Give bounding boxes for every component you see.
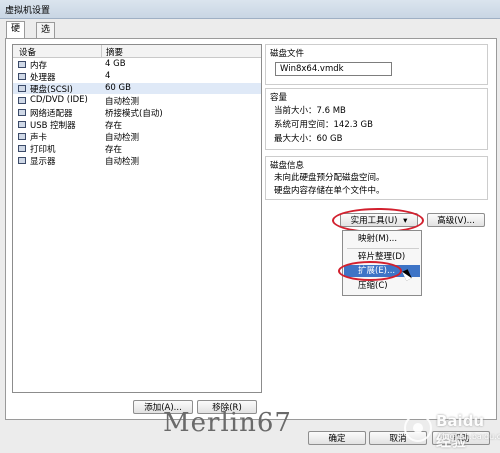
disk-info-group: 磁盘信息 未向此硬盘预分配磁盘空间。 硬盘内容存储在单个文件中。 xyxy=(265,156,488,200)
column-header-device[interactable]: 设备 xyxy=(19,46,36,58)
tab-hardware[interactable]: 硬件 xyxy=(6,21,26,49)
menu-item-compact[interactable]: 压缩(C) xyxy=(344,280,420,292)
device-summary: 4 xyxy=(105,71,111,81)
device-summary: 60 GB xyxy=(105,83,131,93)
cdrom-icon xyxy=(18,97,26,104)
device-summary: 4 GB xyxy=(105,59,126,69)
printer-icon xyxy=(18,145,26,152)
network-icon xyxy=(18,109,26,116)
disk-file-heading: 磁盘文件 xyxy=(270,49,305,59)
disk-info-line1: 未向此硬盘预分配磁盘空间。 xyxy=(274,173,385,183)
disk-file-field[interactable]: Win8x64.vmdk xyxy=(275,62,392,76)
device-name: 硬盘(SCSI) xyxy=(30,85,73,95)
baidu-url-text: jingyan.baidu.com xyxy=(440,432,500,441)
device-row-sound[interactable]: 声卡 自动检测 xyxy=(13,131,261,143)
column-divider[interactable] xyxy=(101,45,102,57)
device-summary: 存在 xyxy=(105,121,123,131)
author-watermark: Merlin67 xyxy=(163,408,292,438)
sound-icon xyxy=(18,133,26,140)
disk-info-line2: 硬盘内容存储在单个文件中。 xyxy=(274,186,385,196)
device-summary: 自动检测 xyxy=(105,97,140,107)
device-row-network[interactable]: 网络适配器 桥接模式(自动) xyxy=(13,107,261,119)
device-name: 网络适配器 xyxy=(30,109,73,119)
display-icon xyxy=(18,157,26,164)
harddisk-icon xyxy=(18,85,26,92)
device-summary: 存在 xyxy=(105,145,123,155)
device-row-memory[interactable]: 内存 4 GB xyxy=(13,59,261,71)
usb-icon xyxy=(18,121,26,128)
device-summary: 自动检测 xyxy=(105,133,140,143)
device-name: CD/DVD (IDE) xyxy=(30,95,88,105)
device-name: 打印机 xyxy=(30,145,56,155)
available-space-text: 系统可用空间：142.3 GB xyxy=(274,120,373,130)
disk-file-group: 磁盘文件 Win8x64.vmdk xyxy=(265,44,488,85)
capacity-group: 容量 当前大小：7.6 MB 系统可用空间：142.3 GB 最大大小：60 G… xyxy=(265,88,488,150)
ok-button[interactable]: 确定 xyxy=(308,431,366,445)
device-row-cdrom[interactable]: CD/DVD (IDE) 自动检测 xyxy=(13,95,261,107)
device-name: 内存 xyxy=(30,61,48,71)
device-row-usb[interactable]: USB 控制器 存在 xyxy=(13,119,261,131)
device-row-processor[interactable]: 处理器 4 xyxy=(13,71,261,83)
memory-icon xyxy=(18,61,26,68)
menu-separator xyxy=(347,248,419,249)
max-size-text: 最大大小：60 GB xyxy=(274,134,343,144)
vm-settings-window: 虚拟机设置 硬件 选项 设备 摘要 内存 4 GB 处理器 4 硬盘(SCSI)… xyxy=(0,0,500,453)
device-list[interactable]: 设备 摘要 内存 4 GB 处理器 4 硬盘(SCSI) 60 GB CD/DV… xyxy=(12,44,262,393)
device-row-printer[interactable]: 打印机 存在 xyxy=(13,143,261,155)
annotation-circle-expand xyxy=(338,261,402,281)
device-name: USB 控制器 xyxy=(30,121,76,131)
menu-item-map[interactable]: 映射(M)... xyxy=(344,233,420,245)
capacity-heading: 容量 xyxy=(270,93,288,103)
device-summary: 自动检测 xyxy=(105,157,140,167)
device-summary: 桥接模式(自动) xyxy=(105,109,163,119)
current-size-text: 当前大小：7.6 MB xyxy=(274,106,346,116)
disk-info-heading: 磁盘信息 xyxy=(270,161,305,171)
tab-options[interactable]: 选项 xyxy=(36,22,56,50)
baidu-watermark: Baidu 经验 jingyan.baidu.com xyxy=(400,410,500,450)
device-row-display[interactable]: 显示器 自动检测 xyxy=(13,155,261,167)
title-bar[interactable]: 虚拟机设置 xyxy=(0,0,500,19)
device-row-harddisk[interactable]: 硬盘(SCSI) 60 GB xyxy=(13,83,261,95)
device-name: 处理器 xyxy=(30,73,56,83)
baidu-paw-icon xyxy=(404,414,432,442)
cpu-icon xyxy=(18,73,26,80)
window-title: 虚拟机设置 xyxy=(5,6,51,16)
device-list-header: 设备 摘要 xyxy=(13,45,261,58)
device-name: 声卡 xyxy=(30,133,48,143)
column-header-summary[interactable]: 摘要 xyxy=(106,46,123,58)
device-name: 显示器 xyxy=(30,157,56,167)
advanced-button[interactable]: 高级(V)... xyxy=(427,213,485,227)
